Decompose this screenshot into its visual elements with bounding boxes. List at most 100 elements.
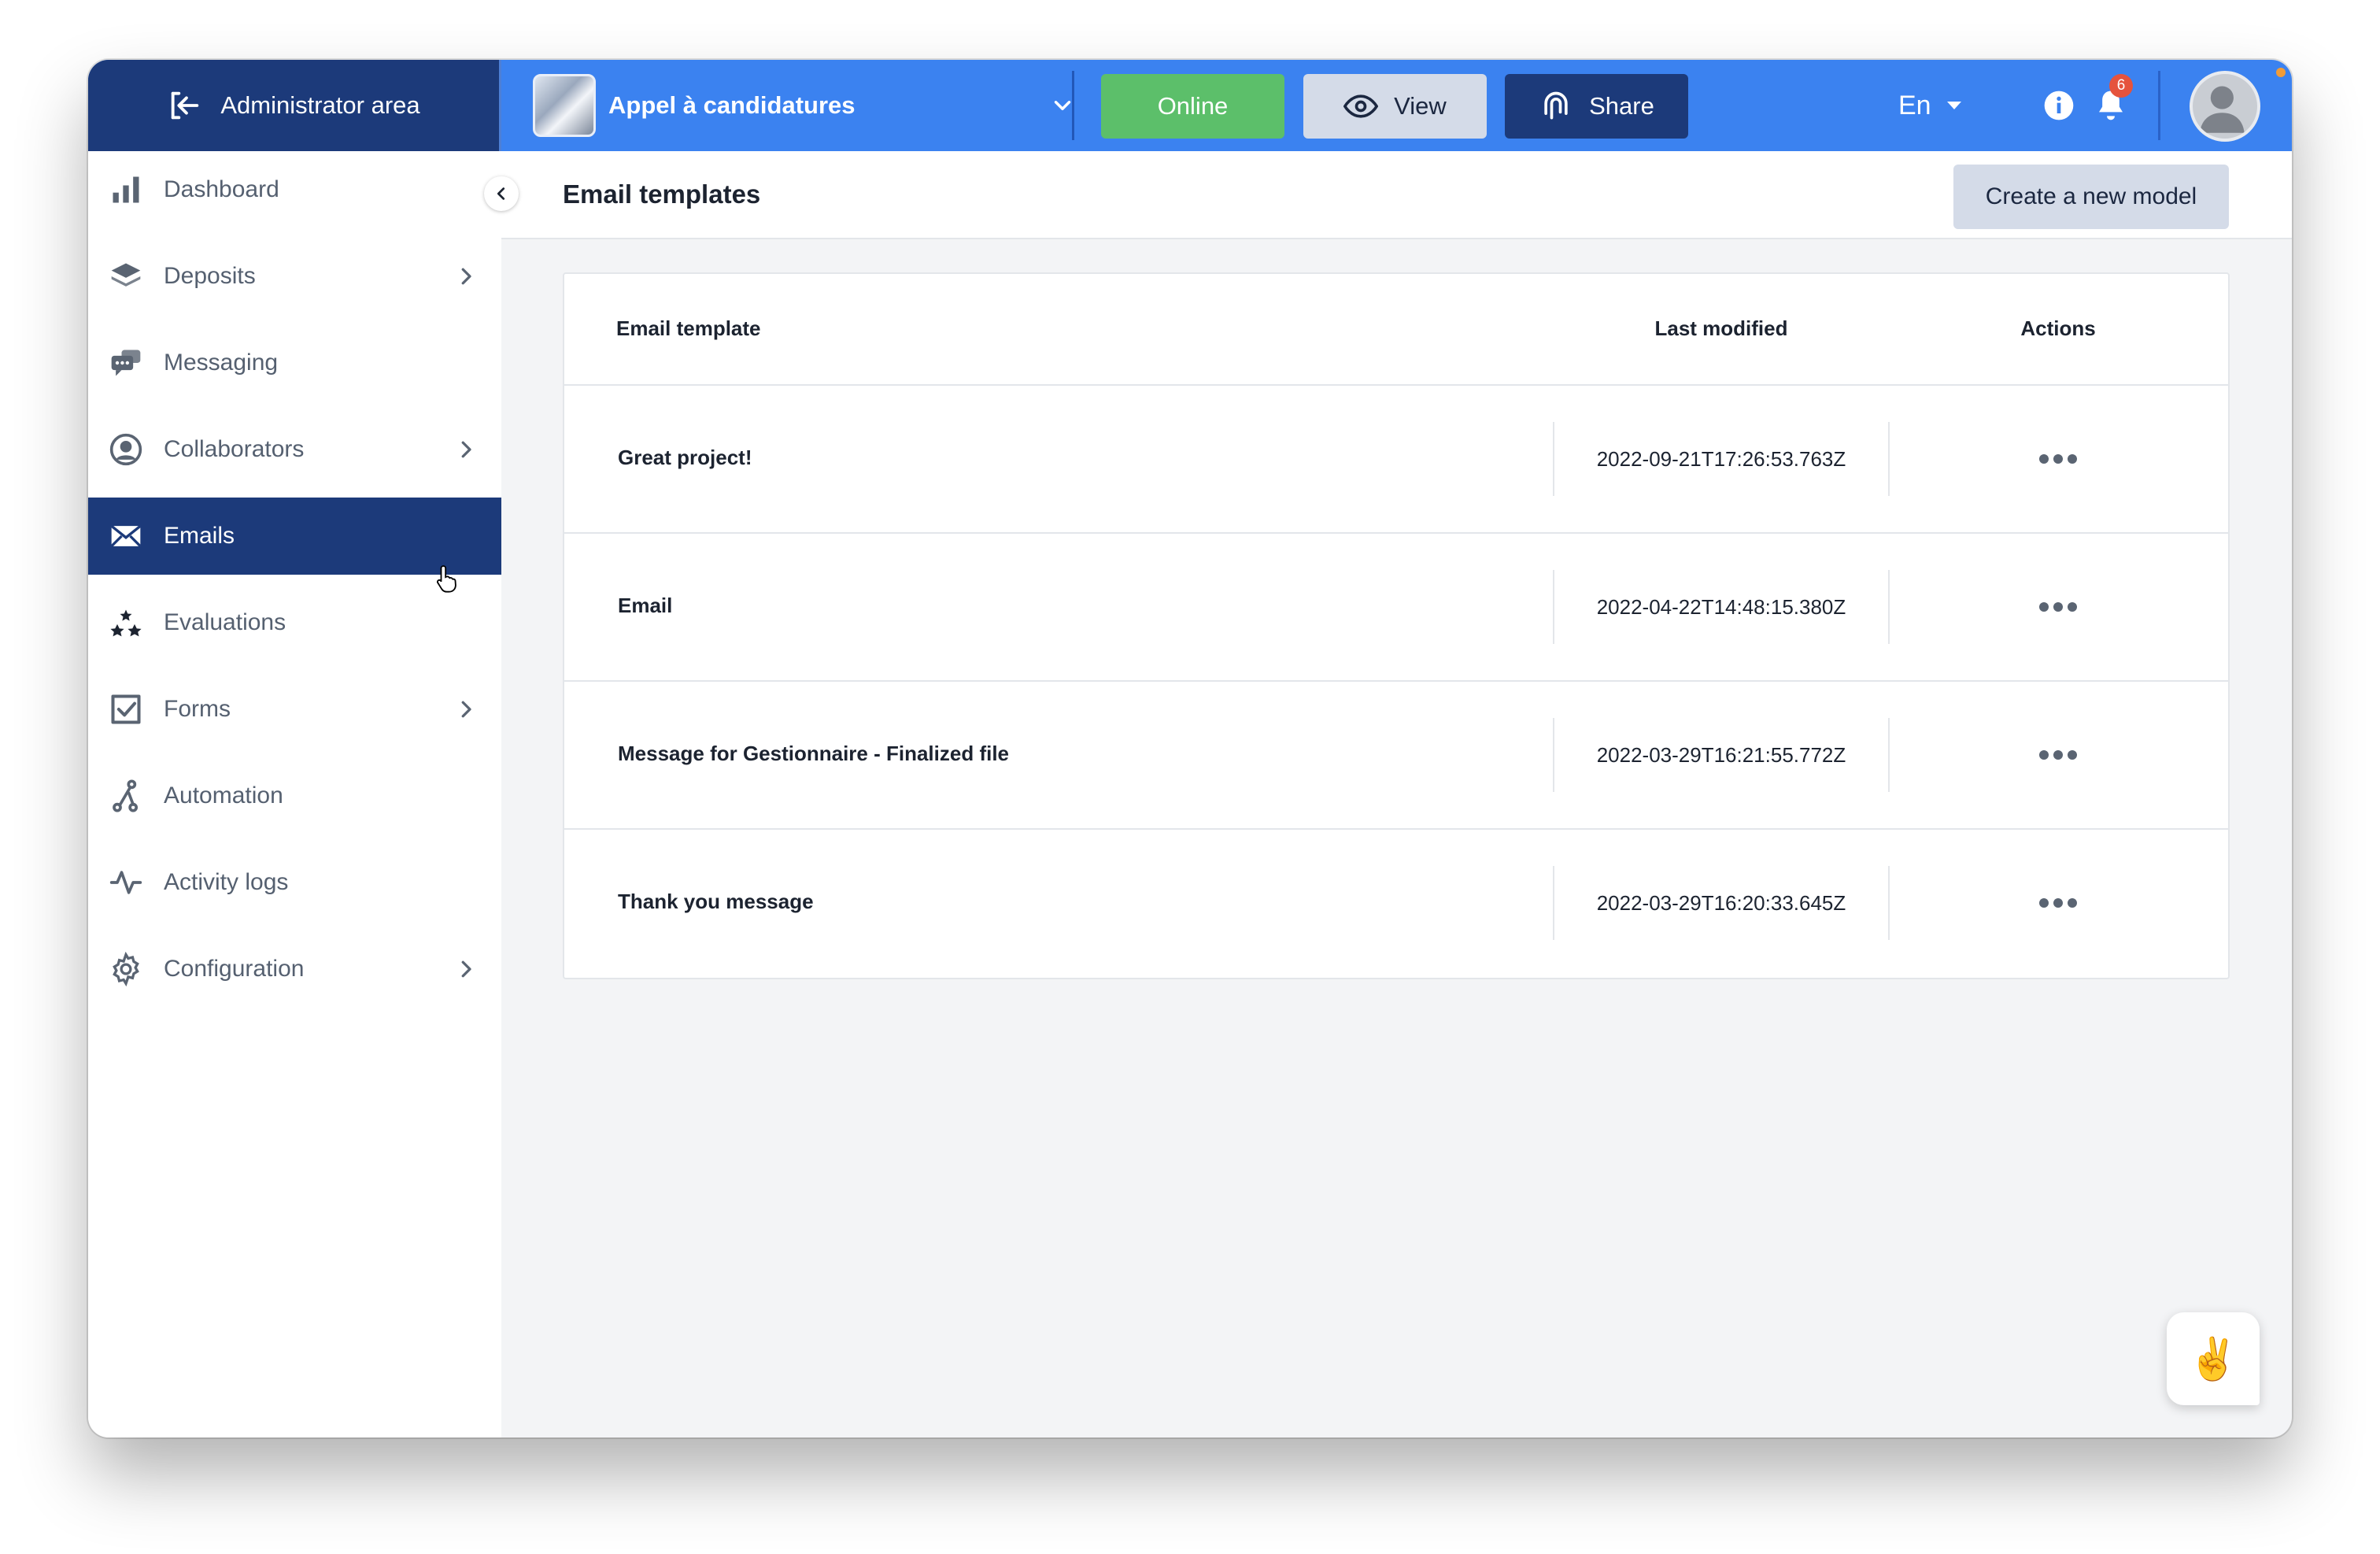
template-name: Great project!	[618, 446, 752, 469]
last-modified-value: 2022-04-22T14:48:15.380Z	[1596, 594, 1846, 619]
chevron-right-icon	[461, 441, 471, 458]
table-header: Email template Last modified Actions	[564, 274, 2228, 386]
sidebar-item-label: Emails	[164, 523, 235, 549]
chevron-right-icon	[461, 960, 471, 978]
share-link-icon	[1544, 91, 1568, 120]
collapse-sidebar-button[interactable]	[484, 176, 519, 211]
chevron-right-icon	[461, 701, 471, 718]
table-row[interactable]: Email 2022-04-22T14:48:15.380Z	[564, 534, 2228, 682]
administrator-area-button[interactable]: Administrator area	[88, 60, 501, 151]
top-bar: Administrator area Appel à candidatures …	[88, 60, 2292, 151]
main-content: Email templates Create a new model Email…	[501, 151, 2292, 1437]
sidebar-item-label: Collaborators	[164, 436, 305, 462]
user-circle-icon	[109, 433, 142, 466]
view-button[interactable]: View	[1303, 74, 1487, 139]
template-name: Thank you message	[618, 890, 814, 913]
column-header-actions: Actions	[2020, 316, 2096, 340]
divider	[1072, 71, 1074, 140]
sidebar-item-messaging[interactable]: Messaging	[88, 324, 501, 401]
ellipsis-icon	[2053, 750, 2063, 760]
campaign-selector[interactable]: Appel à candidatures	[533, 74, 1076, 137]
divider	[2158, 71, 2160, 140]
caret-down-icon	[1946, 102, 1961, 109]
eye-icon	[1343, 94, 1379, 118]
online-button[interactable]: Online	[1101, 74, 1284, 139]
sidebar-item-dashboard[interactable]: Dashboard	[88, 151, 501, 228]
template-name: Message for Gestionnaire - Finalized fil…	[618, 742, 1010, 765]
last-modified-value: 2022-03-29T16:21:55.772Z	[1596, 742, 1846, 767]
last-modified-cell: 2022-09-21T17:26:53.763Z	[1553, 422, 1890, 496]
ellipsis-icon	[2039, 898, 2049, 908]
last-modified-cell: 2022-03-29T16:21:55.772Z	[1553, 718, 1890, 792]
sidebar-item-label: Deposits	[164, 263, 256, 289]
pulse-icon	[109, 871, 142, 894]
last-modified-cell: 2022-04-22T14:48:15.380Z	[1553, 570, 1890, 644]
sidebar-item-activity-logs[interactable]: Activity logs	[88, 844, 501, 921]
chat-widget-button[interactable]: ✌️	[2167, 1312, 2260, 1405]
sidebar-item-deposits[interactable]: Deposits	[88, 238, 501, 315]
envelope-icon	[110, 524, 142, 548]
sidebar-item-configuration[interactable]: Configuration	[88, 931, 501, 1008]
hand-cursor-icon	[436, 565, 456, 593]
more-actions-button[interactable]	[1890, 422, 2227, 496]
notification-badge: 6	[2109, 74, 2133, 98]
flow-icon	[113, 779, 139, 812]
more-actions-button[interactable]	[1890, 866, 2227, 940]
table-row[interactable]: Message for Gestionnaire - Finalized fil…	[564, 682, 2228, 830]
language-label: En	[1898, 90, 1931, 120]
layers-icon	[111, 263, 141, 287]
sidebar-item-collaborators[interactable]: Collaborators	[88, 411, 501, 488]
table-row[interactable]: Great project! 2022-09-21T17:26:53.763Z	[564, 386, 2228, 534]
last-modified-value: 2022-09-21T17:26:53.763Z	[1596, 446, 1846, 471]
exit-arrow-icon	[172, 91, 199, 120]
sidebar-item-label: Automation	[164, 783, 283, 808]
campaign-thumbnail	[533, 74, 596, 137]
bar-chart-icon	[113, 176, 139, 203]
ellipsis-icon	[2053, 602, 2063, 612]
campaign-name: Appel à candidatures	[608, 91, 856, 119]
info-icon[interactable]	[2043, 90, 2075, 121]
sidebar-item-label: Activity logs	[164, 869, 289, 895]
gear-icon	[113, 952, 139, 986]
more-actions-button[interactable]	[1890, 718, 2227, 792]
last-modified-value: 2022-03-29T16:20:33.645Z	[1596, 890, 1846, 915]
sidebar-item-automation[interactable]: Automation	[88, 757, 501, 834]
create-new-model-label: Create a new model	[1985, 183, 2197, 209]
share-button[interactable]: Share	[1505, 74, 1688, 139]
stars-icon	[110, 609, 142, 637]
sidebar-item-label: Dashboard	[164, 176, 279, 202]
ellipsis-icon	[2068, 898, 2077, 908]
more-actions-button[interactable]	[1890, 570, 2227, 644]
view-label: View	[1394, 92, 1447, 120]
ellipsis-icon	[2053, 898, 2063, 908]
sidebar-item-label: Messaging	[164, 350, 279, 376]
sidebar-item-label: Evaluations	[164, 609, 286, 635]
avatar[interactable]	[2190, 71, 2260, 142]
sidebar-item-evaluations[interactable]: Evaluations	[88, 584, 501, 661]
ellipsis-icon	[2039, 750, 2049, 760]
page-header: Email templates Create a new model	[501, 151, 2292, 239]
column-header-last-modified[interactable]: Last modified	[1553, 316, 1890, 341]
ellipsis-icon	[2039, 602, 2049, 612]
page-title: Email templates	[563, 179, 761, 209]
language-selector[interactable]: En	[1898, 83, 1961, 128]
share-label: Share	[1589, 92, 1654, 120]
sidebar-item-forms[interactable]: Forms	[88, 671, 501, 748]
user-silhouette-icon	[2200, 86, 2245, 133]
email-templates-table: Email template Last modified Actions Gre…	[563, 272, 2230, 979]
status-dot	[2276, 68, 2286, 77]
ellipsis-icon	[2068, 602, 2077, 612]
column-header-email-template: Email template	[616, 316, 761, 340]
chat-bubbles-icon	[111, 350, 141, 376]
victory-hand-icon: ✌️	[2187, 1336, 2239, 1382]
table-row[interactable]: Thank you message 2022-03-29T16:20:33.64…	[564, 830, 2228, 978]
sidebar-item-label: Configuration	[164, 956, 305, 982]
checkbox-icon	[111, 694, 141, 724]
online-label: Online	[1157, 92, 1229, 120]
last-modified-cell: 2022-03-29T16:20:33.645Z	[1553, 866, 1890, 940]
create-new-model-button[interactable]: Create a new model	[1953, 165, 2229, 229]
ellipsis-icon	[2039, 454, 2049, 464]
template-name: Email	[618, 594, 673, 617]
administrator-area-label: Administrator area	[220, 91, 420, 119]
chevron-left-icon	[497, 187, 505, 200]
